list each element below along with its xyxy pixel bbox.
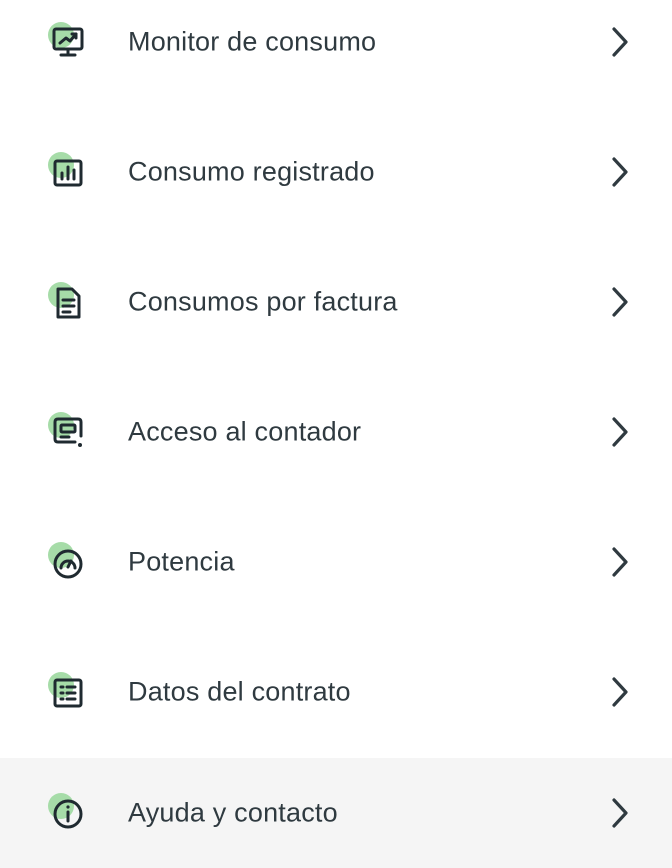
menu-item-consumo-registrado[interactable]: Consumo registrado <box>0 117 672 227</box>
monitor-chart-icon <box>48 22 88 62</box>
menu-item-acceso-al-contador[interactable]: Acceso al contador <box>0 377 672 487</box>
menu-item-label: Consumos por factura <box>128 286 398 317</box>
settings-menu: Monitor de consumo Consumo registrado Co… <box>0 0 672 868</box>
chevron-right-icon <box>604 675 634 709</box>
menu-item-datos-del-contrato[interactable]: Datos del contrato <box>0 637 672 747</box>
menu-item-ayuda-y-contacto[interactable]: Ayuda y contacto <box>0 758 672 868</box>
chevron-right-icon <box>604 285 634 319</box>
chevron-right-icon <box>604 155 634 189</box>
info-icon <box>48 793 88 833</box>
meter-display-icon <box>48 412 88 452</box>
bar-chart-icon <box>48 152 88 192</box>
contract-list-icon <box>48 672 88 712</box>
chevron-right-icon <box>604 796 634 830</box>
menu-item-monitor-de-consumo[interactable]: Monitor de consumo <box>0 0 672 97</box>
menu-item-label: Datos del contrato <box>128 676 351 707</box>
menu-item-label: Acceso al contador <box>128 416 362 447</box>
menu-item-label: Ayuda y contacto <box>128 797 338 828</box>
invoice-document-icon <box>48 282 88 322</box>
chevron-right-icon <box>604 545 634 579</box>
menu-item-label: Monitor de consumo <box>128 26 377 57</box>
menu-item-label: Consumo registrado <box>128 156 375 187</box>
gauge-icon <box>48 542 88 582</box>
chevron-right-icon <box>604 415 634 449</box>
menu-item-label: Potencia <box>128 546 235 577</box>
chevron-right-icon <box>604 25 634 59</box>
menu-item-consumos-por-factura[interactable]: Consumos por factura <box>0 247 672 357</box>
menu-item-potencia[interactable]: Potencia <box>0 507 672 617</box>
